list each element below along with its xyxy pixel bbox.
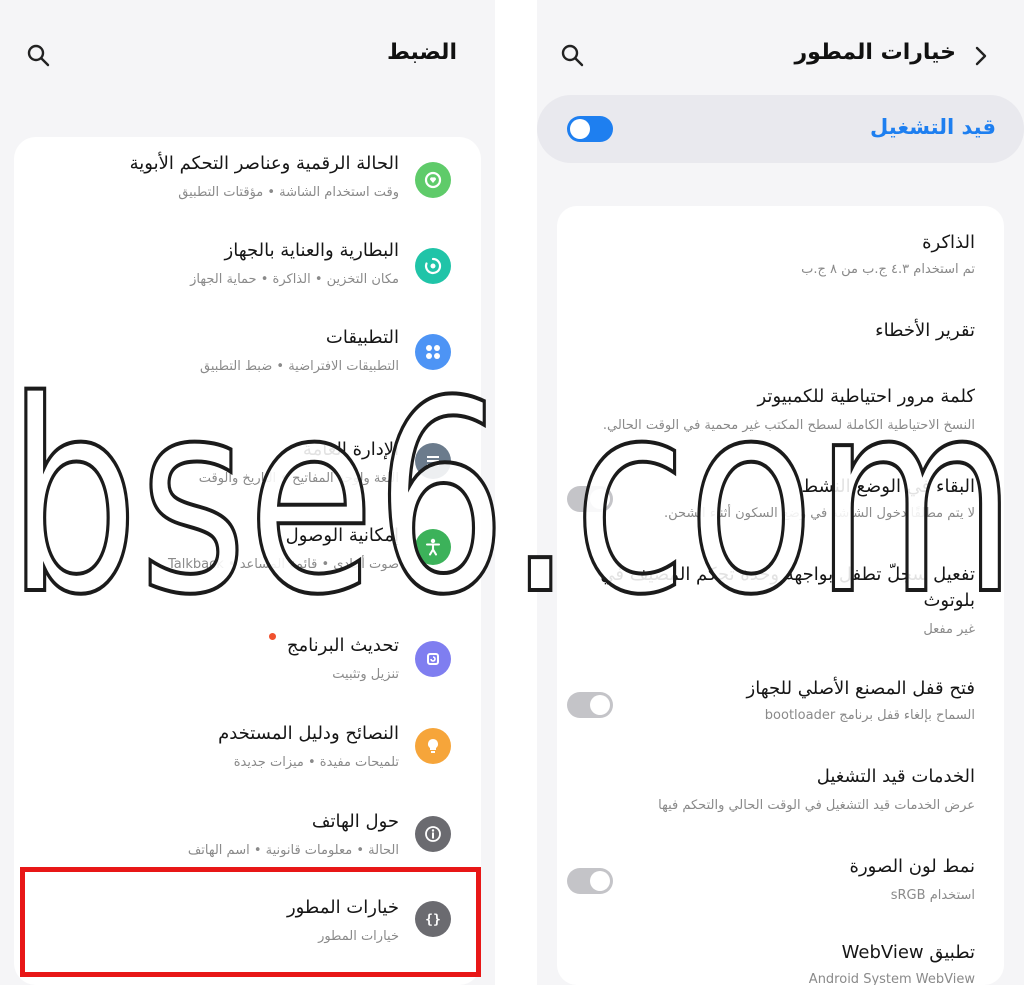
stay-awake-toggle[interactable] [567,486,613,512]
item-subtitle: تلميحات مفيدة • ميزات جديدة [233,755,399,770]
search-button[interactable] [559,42,587,70]
item-title: البقاء في الوضع النشط [801,476,975,497]
item-subtitle: تنزيل وتثبيت [332,667,399,682]
item-subtitle: مكان التخزين • الذاكرة • حماية الجهاز [190,272,399,287]
item-title: إمكانية الوصول [285,525,399,546]
oem-unlock-toggle[interactable] [567,692,613,718]
item-title: تقرير الأخطاء [875,320,975,341]
item-title: نمط لون الصورة [849,856,975,877]
dev-item-oem-unlock[interactable]: فتح قفل المصنع الأصلي للجهاز السماح بإلغ… [557,650,1004,742]
page-title: خيارات المطور [794,40,956,65]
settings-header: الضبط [0,22,495,86]
dev-item-stay-awake[interactable]: البقاء في الوضع النشط لا يتم مطلقًا دخول… [557,458,1004,550]
developer-options-list: الذاكرة تم استخدام ٤.٣ ج.ب من ٨ ج.ب تقري… [557,206,1004,985]
item-title: الخدمات قيد التشغيل [816,766,975,787]
item-title: تطبيق WebView [841,942,975,963]
apps-icon [415,334,451,370]
item-subtitle: عرض الخدمات قيد التشغيل في الوقت الحالي … [658,798,975,813]
dev-item-desktop-backup-password[interactable]: كلمة مرور احتياطية للكمبيوتر النسخ الاحت… [557,366,1004,458]
item-subtitle: تم استخدام ٤.٣ ج.ب من ٨ ج.ب [801,262,975,277]
device-care-icon [415,248,451,284]
developer-options-panel: خيارات المطور قيد التشغيل الذاكرة تم است… [537,0,1024,985]
settings-list: الحالة الرقمية وعناصر التحكم الأبوية وقت… [14,137,481,985]
item-subtitle: صوت أحادي • قائمة المساعد • Talkback [168,557,399,572]
item-title: حول الهاتف [311,811,399,832]
dev-item-memory[interactable]: الذاكرة تم استخدام ٤.٣ ج.ب من ٨ ج.ب [557,206,1004,296]
tips-bulb-icon [415,728,451,764]
item-title: كلمة مرور احتياطية للكمبيوتر [757,386,976,407]
item-title: التطبيقات [325,327,399,348]
dev-item-picture-color-mode[interactable]: نمط لون الصورة استخدام sRGB [557,832,1004,922]
search-icon [27,44,50,67]
general-management-icon [415,443,451,479]
developer-header: خيارات المطور [537,22,1024,86]
settings-item-digital-wellbeing[interactable]: الحالة الرقمية وعناصر التحكم الأبوية وقت… [14,137,481,225]
item-title: تفعيل سجلّ تطفل بواجهة وحدة تحكم المضيف … [600,564,975,585]
item-subtitle: اللغة ولوحة المفاتيح • التاريخ والوقت [198,471,399,486]
item-title: النصائح ودليل المستخدم [218,723,399,744]
color-mode-toggle[interactable] [567,868,613,894]
master-switch-row[interactable]: قيد التشغيل [537,95,1024,163]
notification-dot [269,633,276,640]
search-button[interactable] [25,42,53,70]
info-icon [415,816,451,852]
settings-panel: الضبط الحالة الرقمية وعناصر التحكم الأبو… [0,0,495,985]
page-title: الضبط [386,40,457,65]
item-subtitle: النسخ الاحتياطية الكاملة لسطح المكتب غير… [602,418,975,433]
digital-wellbeing-icon [415,162,451,198]
master-toggle[interactable] [567,116,613,142]
dev-item-bluetooth-hci-log[interactable]: تفعيل سجلّ تطفل بواجهة وحدة تحكم المضيف … [557,550,1004,650]
settings-item-tips[interactable]: النصائح ودليل المستخدم تلميحات مفيدة • م… [14,707,481,793]
item-subtitle: السماح بإلغاء قفل برنامج bootloader [764,708,975,723]
highlight-box [20,867,481,977]
item-title: تحديث البرنامج [286,635,399,656]
item-subtitle: غير مفعل [923,622,975,637]
item-title-line2: بلوتوث [923,590,975,611]
item-title: فتح قفل المصنع الأصلي للجهاز [746,678,975,699]
item-subtitle: التطبيقات الافتراضية • ضبط التطبيق [199,359,399,374]
item-subtitle: استخدام sRGB [890,888,975,903]
dev-item-bug-report[interactable]: تقرير الأخطاء [557,296,1004,366]
item-subtitle: لا يتم مطلقًا دخول الشاشة في وضع السكون … [664,506,975,521]
settings-item-general-management[interactable]: الإدارة العامة اللغة ولوحة المفاتيح • ال… [14,427,481,517]
search-icon [561,44,584,67]
item-subtitle: وقت استخدام الشاشة • مؤقتات التطبيق [178,185,399,200]
software-update-icon [415,641,451,677]
dev-item-webview[interactable]: تطبيق WebView Android System WebView [557,922,1004,985]
item-subtitle: Android System WebView [808,972,975,985]
item-title: الذاكرة [922,232,975,253]
item-title: الحالة الرقمية وعناصر التحكم الأبوية [129,153,399,174]
settings-item-device-care[interactable]: البطارية والعناية بالجهاز مكان التخزين •… [14,225,481,313]
item-subtitle: الحالة • معلومات قانونية • اسم الهاتف [187,843,399,858]
master-switch-label: قيد التشغيل [870,115,996,139]
accessibility-icon [415,529,451,565]
back-button[interactable] [969,44,993,68]
item-title: البطارية والعناية بالجهاز [224,240,399,261]
item-title: الإدارة العامة [302,439,399,460]
chevron-right-icon [975,46,987,66]
dev-item-running-services[interactable]: الخدمات قيد التشغيل عرض الخدمات قيد التش… [557,742,1004,832]
settings-item-accessibility[interactable]: إمكانية الوصول صوت أحادي • قائمة المساعد… [14,517,481,607]
settings-item-apps[interactable]: التطبيقات التطبيقات الافتراضية • ضبط الت… [14,313,481,399]
settings-item-software-update[interactable]: تحديث البرنامج تنزيل وتثبيت [14,619,481,705]
